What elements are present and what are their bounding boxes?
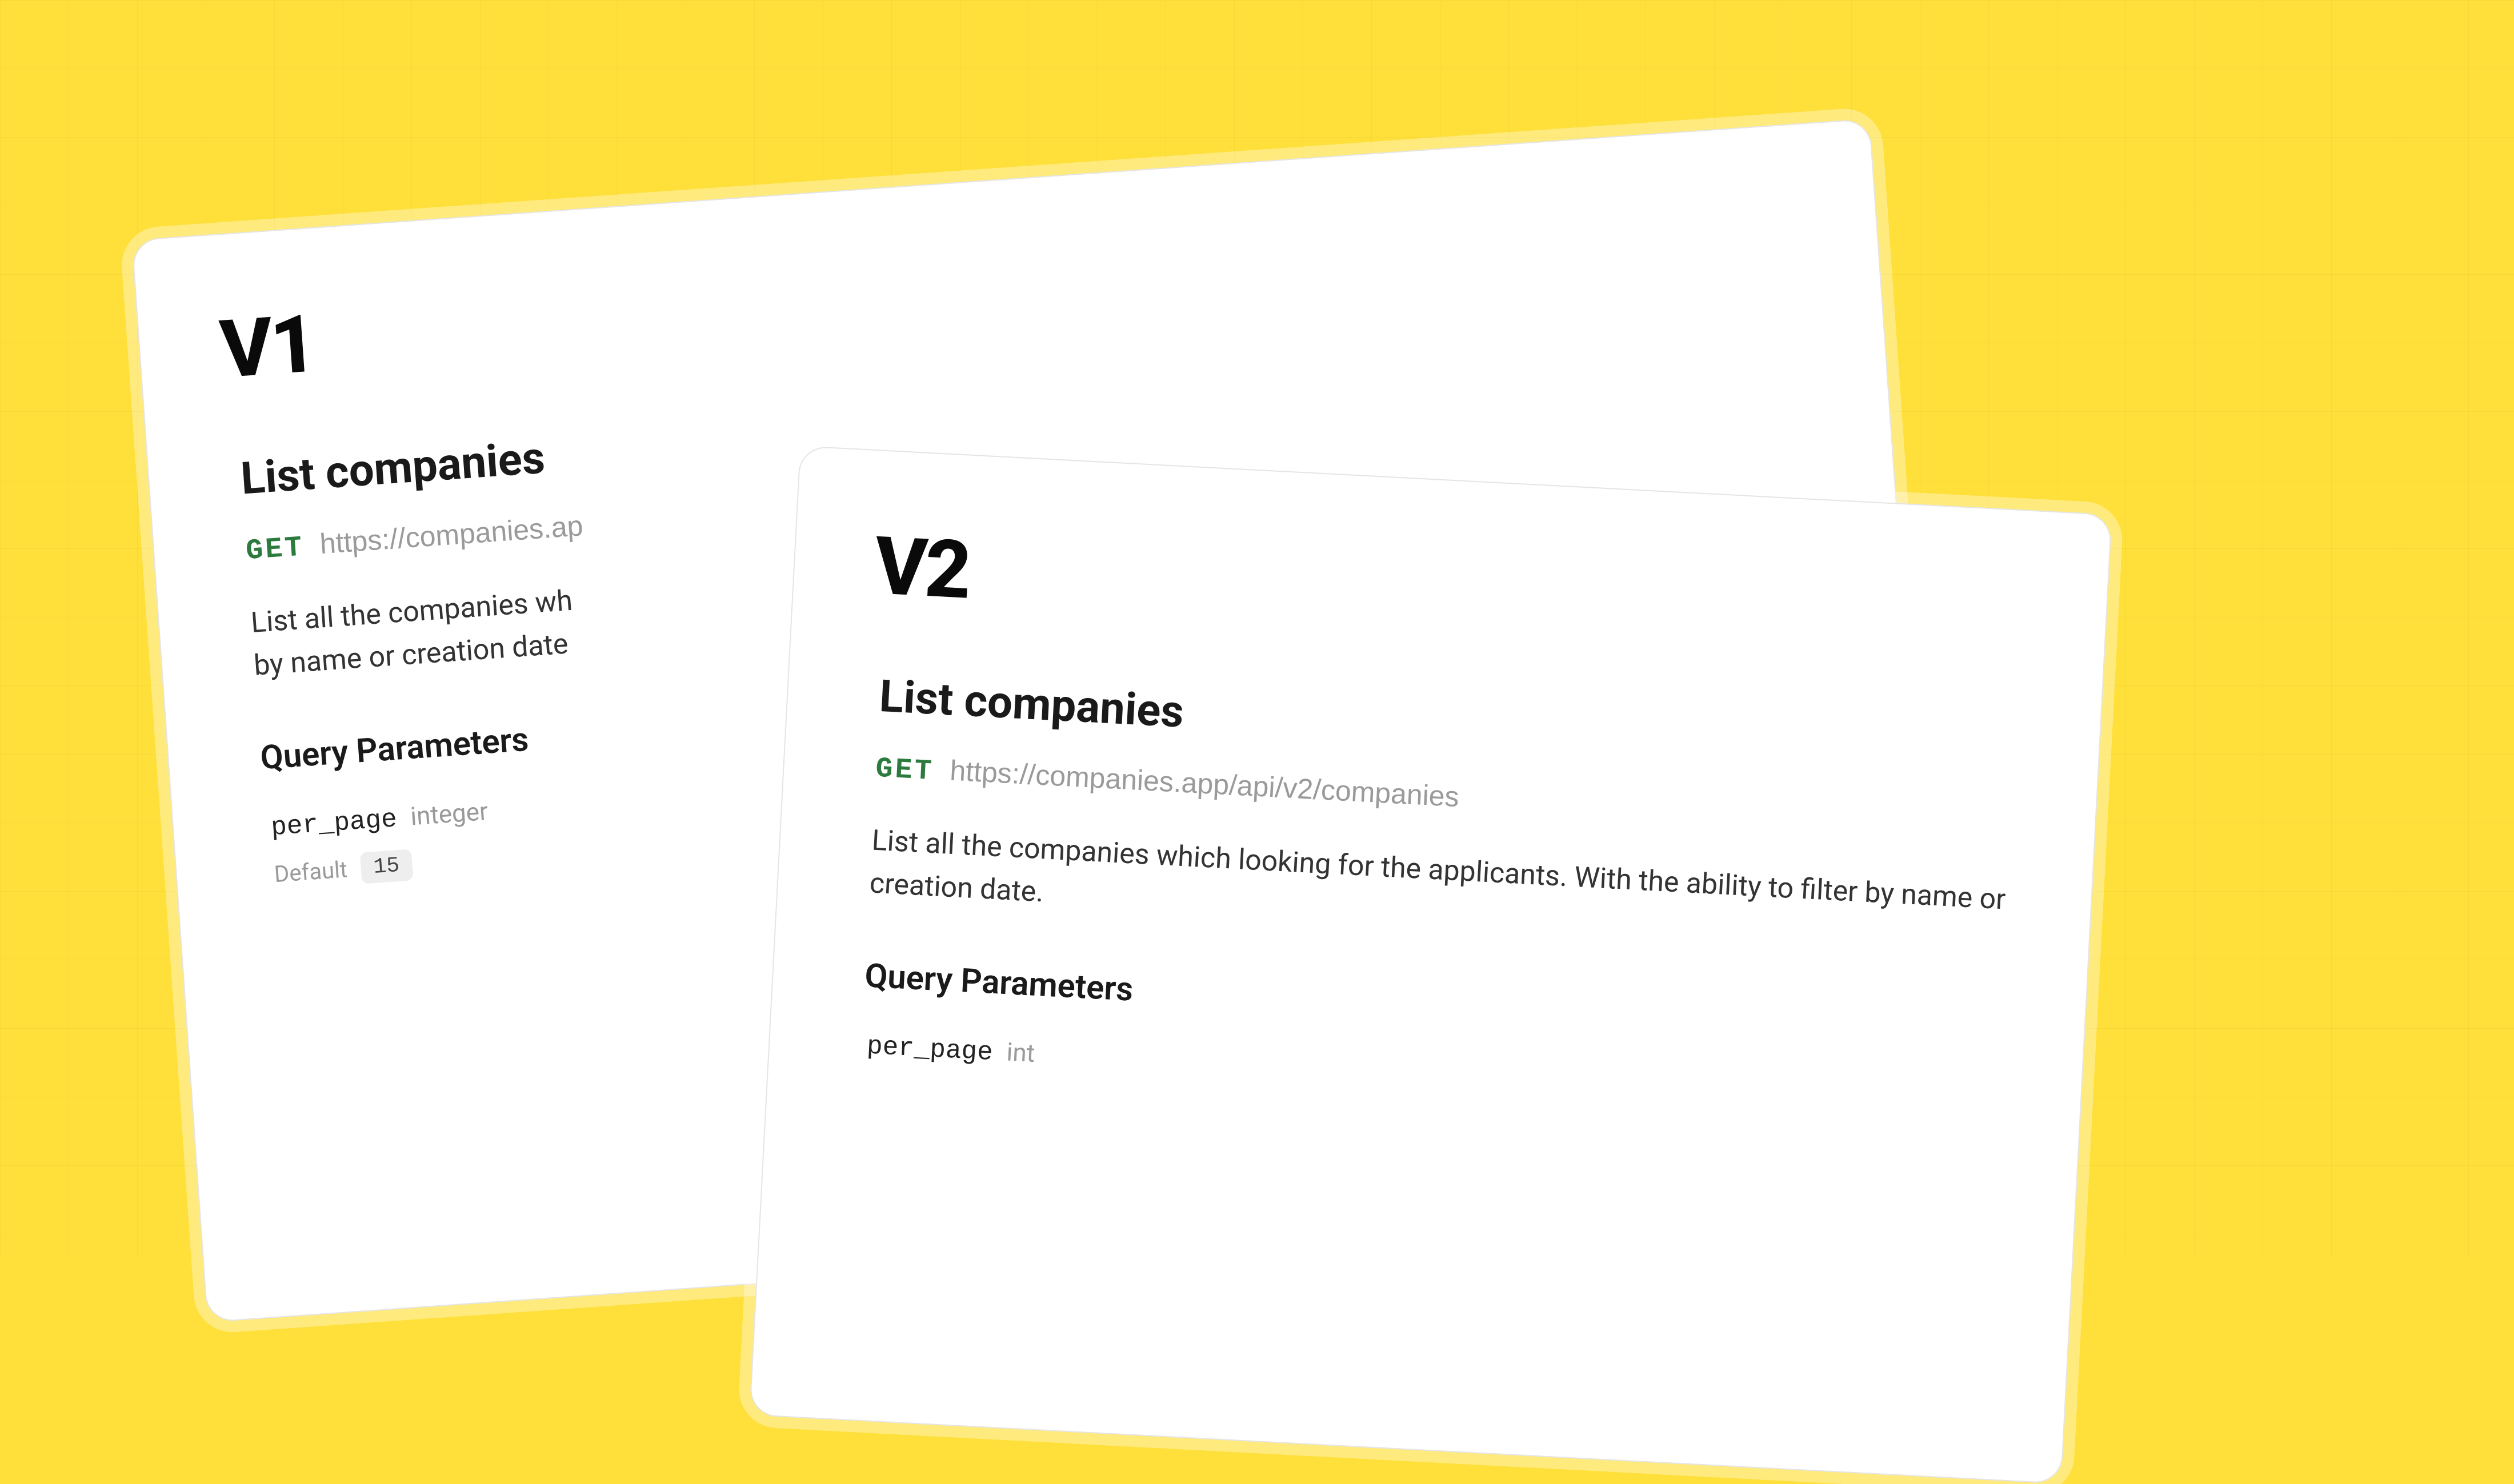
param-name-v2: per_page — [866, 1032, 994, 1068]
default-label-v1: Default — [273, 856, 348, 888]
endpoint-url-v1: https://companies.ap — [319, 509, 584, 560]
param-type-v2: int — [1006, 1037, 1035, 1068]
version-title-v2: V2 — [872, 519, 2028, 673]
param-name-v1: per_page — [270, 804, 398, 843]
default-value-v1: 15 — [360, 849, 413, 884]
endpoint-url-v2: https://companies.app/api/v2/companies — [949, 754, 1460, 814]
param-type-v1: integer — [410, 796, 489, 831]
method-badge-v2: GET — [875, 753, 935, 788]
method-badge-v1: GET — [245, 531, 306, 568]
description-v2: List all the companies which looking for… — [868, 820, 2012, 965]
api-card-v2: V2 List companies GET https://companies.… — [749, 446, 2112, 1484]
